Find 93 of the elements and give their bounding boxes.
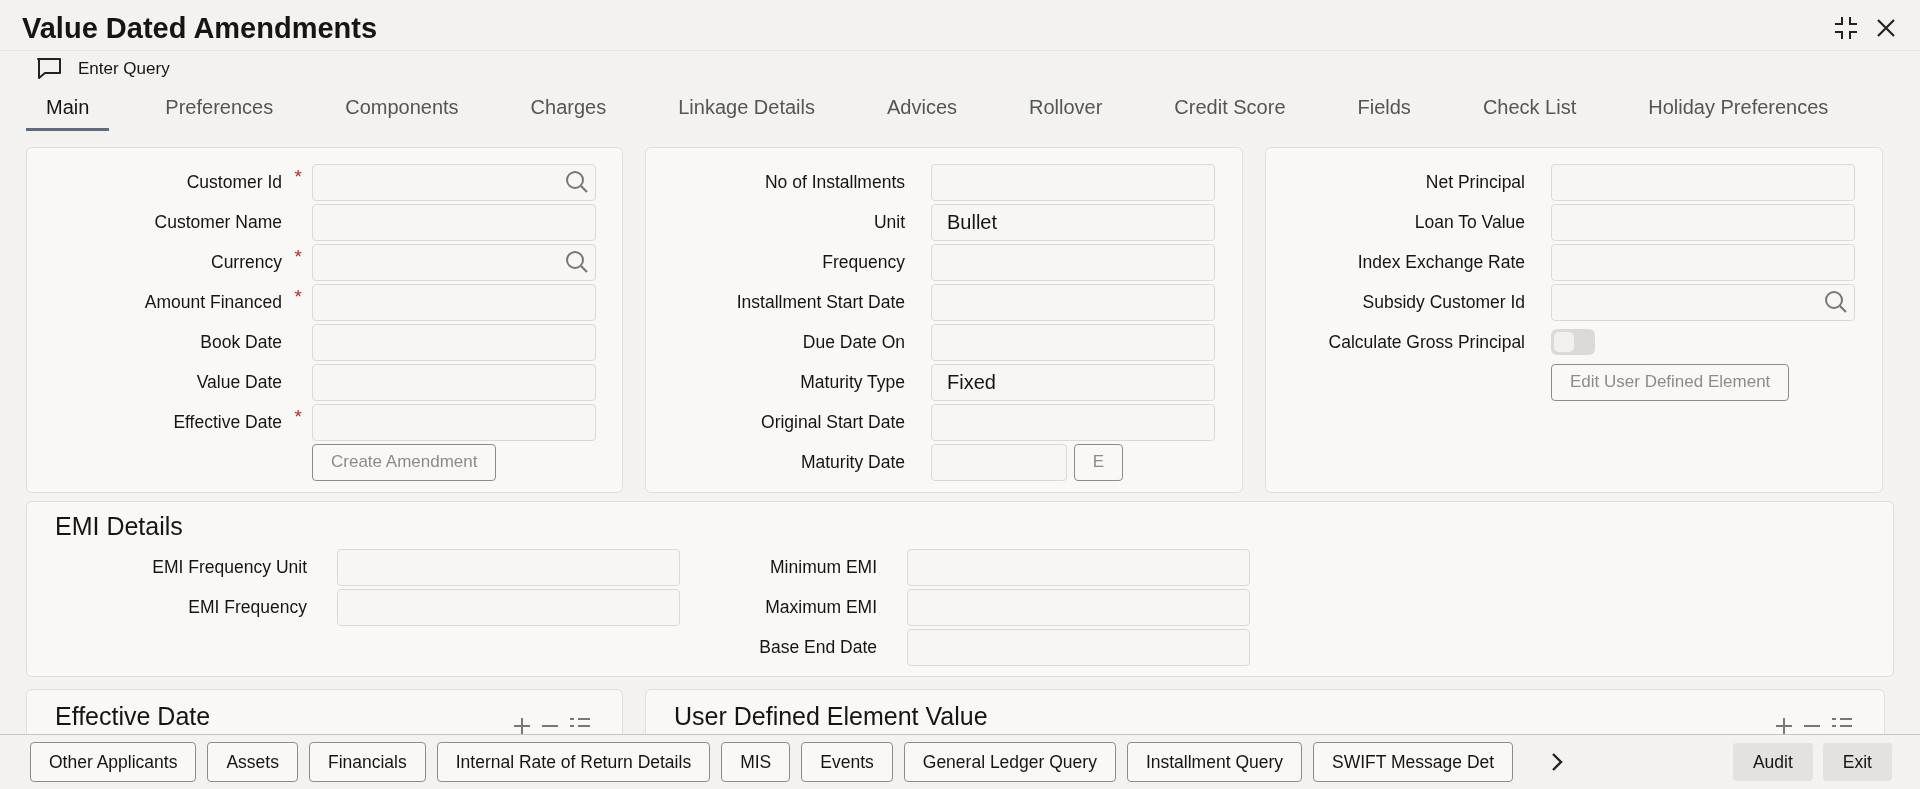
tab[interactable]: Credit Score [1174,89,1286,131]
field-label: Installment Start Date [736,291,905,313]
enter-query-label: Enter Query [78,59,170,79]
search-icon[interactable] [565,170,589,194]
input-field[interactable] [312,283,596,321]
field-label: Calculate Gross Principal [1328,331,1525,353]
field-label: Currency [211,251,282,273]
chat-icon [36,57,62,81]
required-mark: * [294,165,302,188]
field-label: Net Principal [1425,171,1525,193]
input-field[interactable] [1551,283,1855,321]
section-title: EMI Details [55,512,184,541]
field-label: EMI Frequency Unit [152,556,307,578]
tab[interactable]: Holiday Preferences [1648,89,1829,131]
field-label: Maturity Date [800,451,905,473]
footer-button[interactable]: MIS [721,742,791,782]
field-label: Maximum EMI [765,596,877,618]
input-field[interactable] [337,588,680,626]
toggle-switch[interactable] [1551,329,1595,355]
close-icon[interactable] [1876,18,1896,38]
required-mark: * [294,285,302,308]
input-field[interactable] [931,163,1215,201]
input-field[interactable] [312,323,596,361]
field-label: Unit [873,211,905,233]
input-field[interactable] [1551,163,1855,201]
field-value: Bullet [947,210,998,234]
input-field[interactable]: Bullet [931,203,1215,241]
field-label: Due Date On [802,331,905,353]
input-field[interactable] [312,203,596,241]
field-label: EMI Frequency [188,596,307,618]
field-label: Value Date [196,371,282,393]
input-field[interactable] [931,283,1215,321]
input-field[interactable] [312,403,596,441]
plus-icon[interactable] [512,716,532,736]
search-icon[interactable] [565,250,589,274]
enter-query-button[interactable]: Enter Query [36,57,170,81]
footer-button[interactable]: Installment Query [1126,742,1303,782]
input-field[interactable] [931,323,1215,361]
tab[interactable]: Linkage Details [678,89,815,131]
field-label: Frequency [822,251,905,273]
required-mark: * [294,405,302,428]
tab[interactable]: Fields [1357,89,1411,131]
field-label: Minimum EMI [770,556,877,578]
field-label: No of Installments [764,171,905,193]
footer-button[interactable]: Internal Rate of Return Details [436,742,711,782]
chevron-right-icon[interactable] [1550,751,1564,773]
footer-action-button[interactable]: Exit [1822,743,1892,781]
field-label: Amount Financed [144,291,282,313]
field-label: Customer Id [186,171,282,193]
footer-button[interactable]: Other Applicants [30,742,197,782]
input-field[interactable] [907,588,1250,626]
input-field[interactable] [907,628,1250,666]
tab[interactable]: Advices [886,89,957,131]
input-field[interactable]: Fixed [931,363,1215,401]
input-field[interactable] [312,363,596,401]
footer-button[interactable]: Events [801,742,893,782]
input-field[interactable] [931,443,1067,481]
collapse-icon[interactable] [1834,16,1858,40]
field-label: Customer Name [154,211,282,233]
field-label: Original Start Date [761,411,905,433]
search-icon[interactable] [1824,290,1848,314]
field-label: Loan To Value [1414,211,1525,233]
required-mark: * [294,245,302,268]
section-title: Effective Date [55,702,211,731]
input-field[interactable] [312,243,596,281]
input-field[interactable] [337,548,680,586]
field-value: Fixed [947,370,996,394]
input-field[interactable] [931,403,1215,441]
tab[interactable]: Rollover [1029,89,1103,131]
input-field[interactable] [931,243,1215,281]
field-label: Effective Date [173,411,282,433]
input-field[interactable] [907,548,1250,586]
footer-button[interactable]: Assets [207,742,298,782]
field-label: Maturity Type [800,371,905,393]
tab[interactable]: Main [26,89,110,131]
tab[interactable]: Check List [1482,89,1577,131]
input-field[interactable] [1551,243,1855,281]
field-label: Book Date [200,331,282,353]
tab[interactable]: Charges [530,89,607,131]
field-label: Index Exchange Rate [1357,251,1525,273]
window-title: Value Dated Amendments [22,11,378,45]
input-field[interactable] [312,163,596,201]
tab[interactable]: Components [345,89,459,131]
section-title: User Defined Element Value [674,702,988,731]
field-label: Base End Date [759,636,877,658]
tab[interactable]: Preferences [165,89,274,131]
footer-button[interactable]: Financials [308,742,426,782]
footer-action-button[interactable]: Audit [1732,743,1813,781]
field-label: Subsidy Customer Id [1362,291,1525,313]
footer-button[interactable]: General Ledger Query [903,742,1116,782]
footer-button[interactable]: SWIFT Message Det [1313,742,1514,782]
plus-icon[interactable] [1774,716,1794,736]
input-field[interactable] [1551,203,1855,241]
